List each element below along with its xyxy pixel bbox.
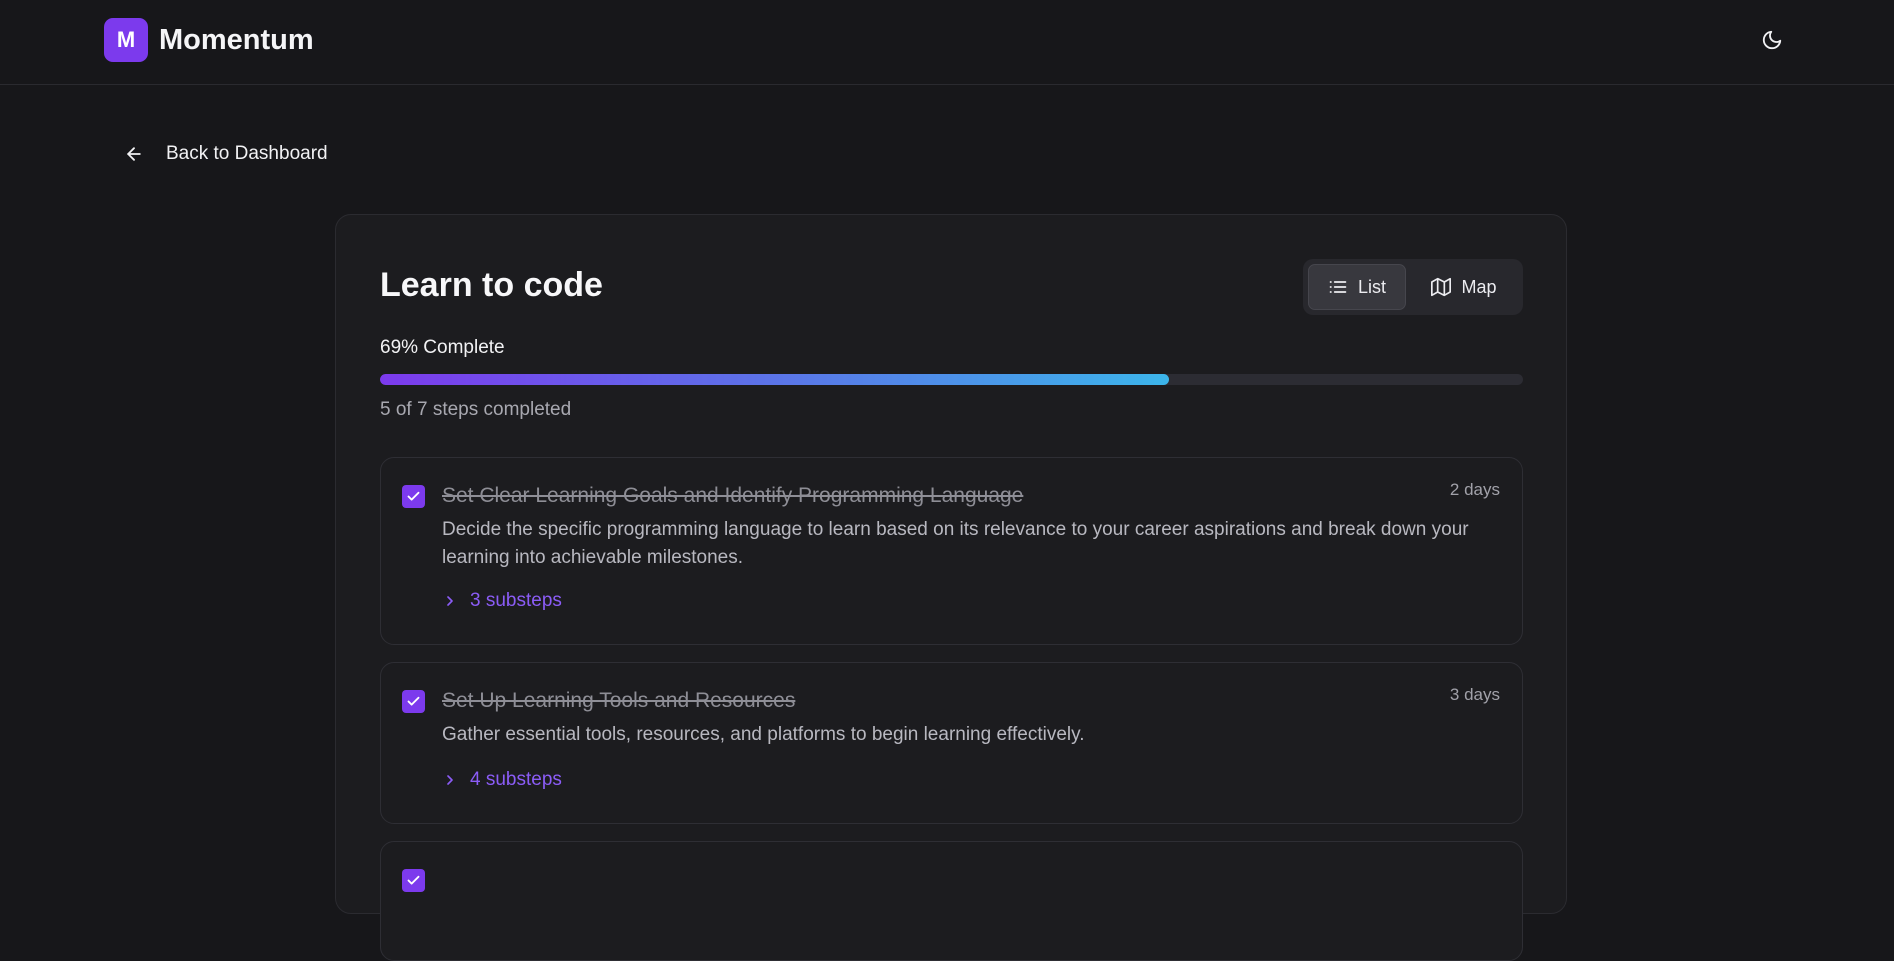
step-card — [380, 841, 1523, 961]
step-duration: 2 days — [1449, 480, 1500, 499]
checkmark-icon — [407, 696, 420, 706]
step-title: Set Clear Learning Goals and Identify Pr… — [442, 484, 1024, 507]
map-icon — [1431, 277, 1452, 297]
checkmark-icon — [407, 491, 420, 501]
step-card: Set Clear Learning Goals and Identify Pr… — [380, 457, 1523, 645]
progress-percentage: 69% Complete — [380, 337, 505, 358]
app-logo[interactable]: M — [104, 18, 148, 62]
steps-completed-summary: 5 of 7 steps completed — [380, 399, 572, 420]
theme-toggle-button[interactable] — [1757, 25, 1787, 55]
chevron-right-icon — [447, 596, 453, 606]
list-icon — [1329, 281, 1347, 293]
substeps-label: 4 substeps — [470, 769, 562, 790]
goal-title: Learn to code — [380, 266, 603, 304]
step-duration: 3 days — [1449, 685, 1500, 704]
arrow-left-icon — [127, 147, 141, 161]
step-checkbox[interactable] — [402, 690, 425, 713]
step-description: Gather essential tools, resources, and p… — [442, 724, 1085, 745]
list-view-label: List — [1357, 276, 1386, 297]
substeps-toggle[interactable]: 3 substeps — [442, 590, 562, 612]
back-to-dashboard-link[interactable]: Back to Dashboard — [124, 139, 328, 169]
step-title: Set Up Learning Tools and Resources — [442, 689, 796, 712]
map-view-label: Map — [1461, 276, 1497, 297]
moon-icon — [1762, 30, 1782, 50]
step-description: Decide the specific programming language… — [442, 519, 1469, 568]
step-checkbox[interactable] — [402, 869, 425, 892]
progress-bar-fill — [380, 374, 1169, 385]
top-navbar: M Momentum — [0, 0, 1894, 85]
goal-card: Learn to code List Map 69% Complete 5 of… — [335, 214, 1567, 961]
chevron-right-icon — [447, 775, 453, 785]
map-view-button[interactable]: Map — [1410, 264, 1518, 310]
step-checkbox[interactable] — [402, 485, 425, 508]
back-label: Back to Dashboard — [166, 143, 328, 164]
checkmark-icon — [407, 875, 420, 885]
step-card: Set Up Learning Tools and Resources 3 da… — [380, 662, 1523, 824]
progress-bar — [380, 374, 1523, 385]
substeps-toggle[interactable]: 4 substeps — [442, 769, 562, 791]
app-name: Momentum — [159, 24, 314, 56]
view-toggle: List Map — [1303, 259, 1523, 315]
list-view-button[interactable]: List — [1308, 264, 1406, 310]
substeps-label: 3 substeps — [470, 590, 562, 611]
